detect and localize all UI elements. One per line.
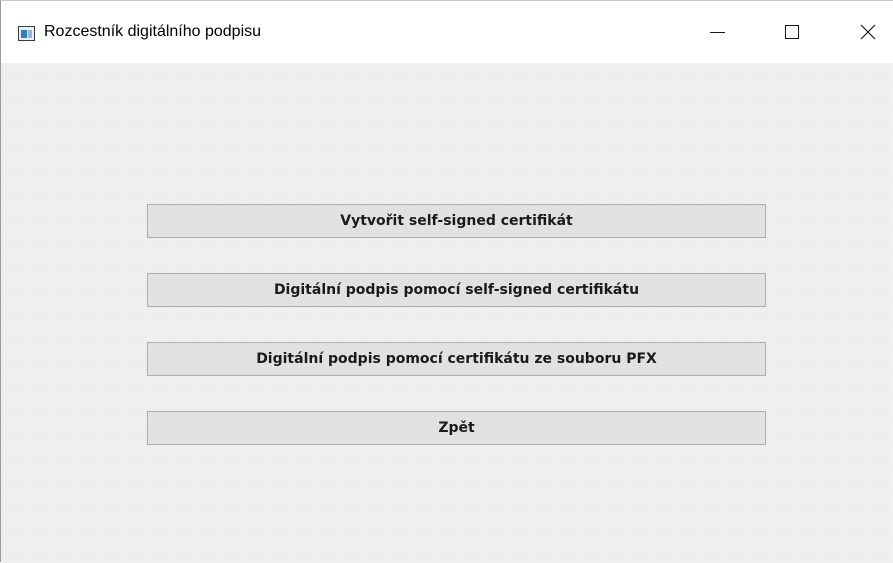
- back-button[interactable]: Zpět: [147, 411, 766, 445]
- client-area: Vytvořit self-signed certifikát Digitáln…: [1, 63, 893, 563]
- close-button[interactable]: [845, 14, 891, 50]
- maximize-icon: [785, 25, 799, 39]
- icon-bar-right: [28, 30, 32, 38]
- close-icon: [860, 24, 876, 40]
- minimize-button[interactable]: [694, 14, 740, 50]
- sign-with-self-signed-certificate-button[interactable]: Digitální podpis pomocí self-signed cert…: [147, 273, 766, 307]
- title-bar[interactable]: Rozcestník digitálního podpisu: [1, 1, 893, 63]
- maximize-button[interactable]: [769, 14, 815, 50]
- application-window-icon[interactable]: [18, 26, 35, 41]
- sign-with-pfx-certificate-button[interactable]: Digitální podpis pomocí certifikátu ze s…: [147, 342, 766, 376]
- window-title: Rozcestník digitálního podpisu: [44, 23, 262, 40]
- minimize-icon: [709, 31, 725, 33]
- app-window: Rozcestník digitálního podpisu Vytvořit …: [0, 0, 893, 563]
- icon-bar-left: [21, 30, 27, 38]
- create-self-signed-certificate-button[interactable]: Vytvořit self-signed certifikát: [147, 204, 766, 238]
